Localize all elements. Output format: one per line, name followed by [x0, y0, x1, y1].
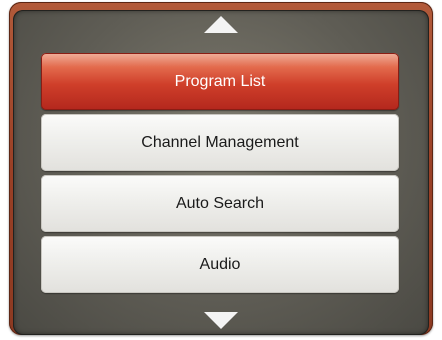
arrow-down-icon[interactable] [204, 312, 238, 329]
menu-item-label: Channel Management [141, 133, 299, 151]
menu-item-channel-management[interactable]: Channel Management [41, 114, 399, 171]
menu-item-label: Auto Search [175, 194, 265, 212]
menu-item-program-list[interactable]: Program List [41, 53, 399, 110]
menu-item-auto-search[interactable]: Auto Search [41, 175, 399, 232]
menu-screen: Program List Channel Management Auto Sea… [0, 0, 442, 340]
menu-list: Program List Channel Management Auto Sea… [41, 53, 399, 293]
menu-item-audio[interactable]: Audio [41, 236, 399, 293]
menu-item-label: Audio [199, 255, 241, 273]
menu-item-label: Program List [174, 72, 266, 90]
menu-panel: Program List Channel Management Auto Sea… [13, 10, 429, 335]
arrow-up-icon[interactable] [204, 16, 238, 33]
